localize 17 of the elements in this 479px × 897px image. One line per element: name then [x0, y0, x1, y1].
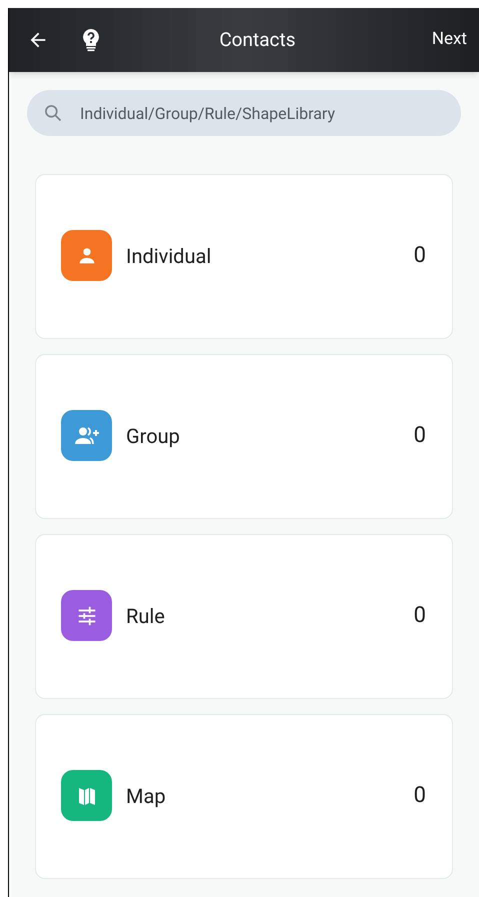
category-count: 0 [414, 422, 426, 450]
category-count: 0 [414, 602, 426, 630]
category-label: Group [126, 422, 181, 450]
category-label: Rule [126, 602, 166, 630]
category-label: Individual [126, 242, 212, 270]
category-count: 0 [414, 242, 426, 270]
header-title: Contacts [219, 26, 296, 53]
category-card[interactable]: Map 0 [35, 714, 453, 879]
category-label: Map [126, 782, 167, 810]
search-icon [43, 103, 63, 123]
category-card[interactable]: Rule 0 [35, 534, 453, 699]
category-card[interactable]: Group 0 [35, 354, 453, 519]
next-button[interactable]: Next [432, 27, 467, 53]
search-field[interactable]: Individual/Group/Rule/ShapeLibrary [27, 90, 461, 136]
lightbulb-question-icon [81, 28, 101, 52]
category-count: 0 [414, 782, 426, 810]
category-card[interactable]: Individual 0 [35, 174, 453, 339]
